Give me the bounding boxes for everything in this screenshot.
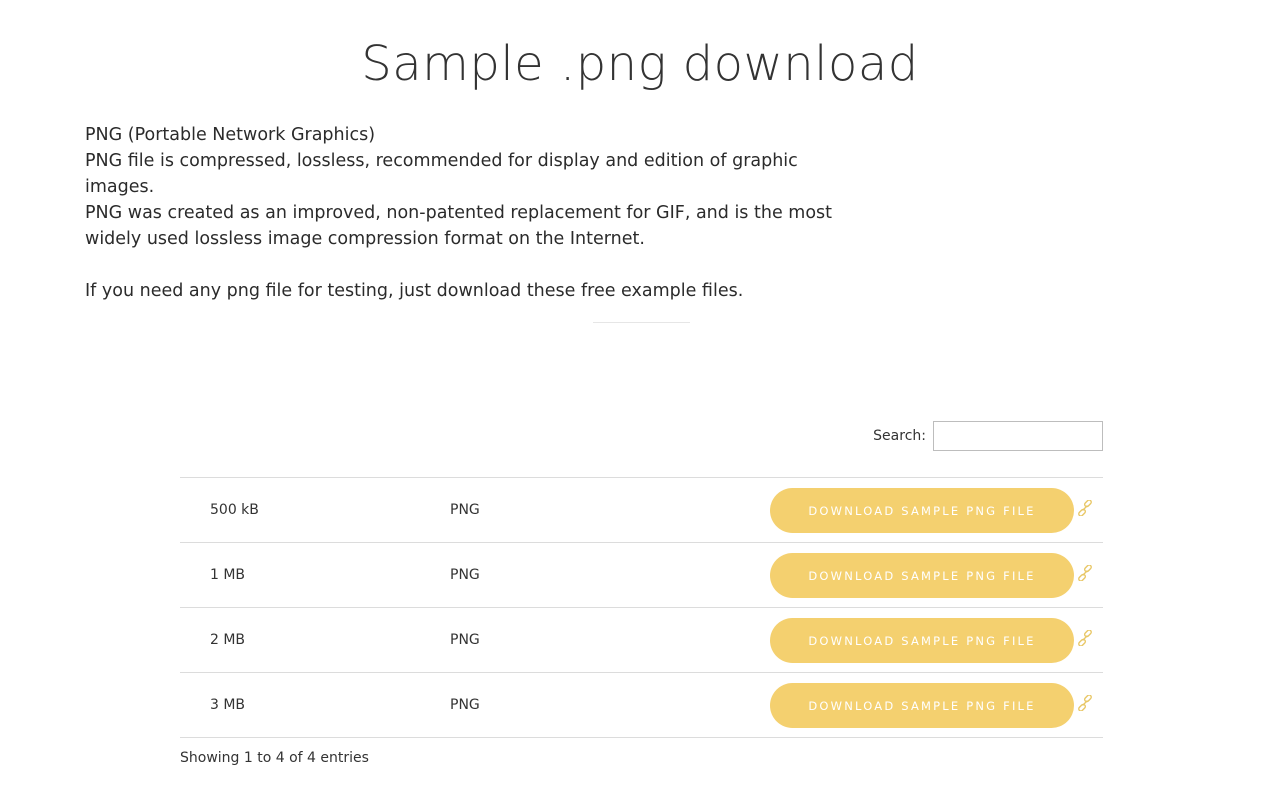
link-icon[interactable] [1077, 629, 1093, 647]
search-label: Search: [873, 428, 926, 444]
download-button[interactable]: Download sample png file [770, 488, 1074, 533]
intro-cta: If you need any png file for testing, ju… [85, 281, 744, 301]
link-icon[interactable] [1077, 564, 1093, 582]
download-button[interactable]: Download sample png file [770, 683, 1074, 728]
file-size: 3 MB [210, 697, 246, 713]
intro-line: PNG was created as an improved, non-pate… [85, 203, 833, 223]
file-type: PNG [450, 697, 480, 713]
file-type: PNG [450, 502, 480, 518]
file-size: 500 kB [210, 502, 259, 518]
table-row: 500 kB PNG Download sample png file [180, 478, 1103, 543]
search-bar: Search: [180, 420, 1103, 452]
intro-line: PNG file is compressed, lossless, recomm… [85, 151, 798, 197]
file-type: PNG [450, 632, 480, 648]
file-size: 2 MB [210, 632, 246, 648]
intro-line: PNG (Portable Network Graphics) [85, 125, 376, 145]
table-row: 2 MB PNG Download sample png file [180, 608, 1103, 673]
intro-text: PNG (Portable Network Graphics) PNG file… [85, 122, 845, 304]
download-button[interactable]: Download sample png file [770, 553, 1074, 598]
section-divider [593, 322, 690, 323]
file-size: 1 MB [210, 567, 246, 583]
page-title: Sample .png download [361, 36, 919, 92]
files-table: 500 kB PNG Download sample png file 1 MB… [180, 477, 1103, 738]
table-row: 1 MB PNG Download sample png file [180, 543, 1103, 608]
table-summary: Showing 1 to 4 of 4 entries [180, 750, 369, 766]
download-button[interactable]: Download sample png file [770, 618, 1074, 663]
table-row: 3 MB PNG Download sample png file [180, 673, 1103, 738]
search-input[interactable] [933, 421, 1103, 451]
file-type: PNG [450, 567, 480, 583]
intro-line: widely used lossless image compression f… [85, 229, 645, 249]
link-icon[interactable] [1077, 694, 1093, 712]
link-icon[interactable] [1077, 499, 1093, 517]
